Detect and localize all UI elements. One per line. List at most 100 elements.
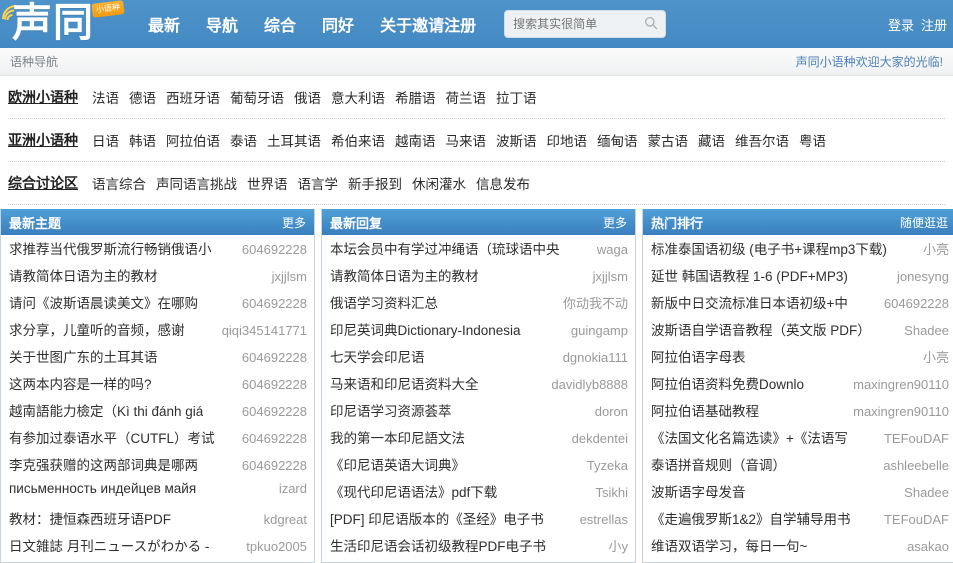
thread-title[interactable]: 《印尼语英语大词典》 (330, 454, 465, 474)
nav-item-guide[interactable]: 导航 (206, 12, 238, 36)
thread-title[interactable]: 有参加过泰语水平（CUTFL）考试 (9, 427, 215, 447)
thread-title[interactable]: 《现代印尼语语法》pdf下载 (330, 481, 497, 501)
thread-author[interactable]: TEFouDAF (878, 431, 949, 446)
thread-author[interactable]: Tsikhi (589, 485, 628, 500)
thread-author[interactable]: jxjjlsm (266, 269, 307, 284)
list-item[interactable]: 有参加过泰语水平（CUTFL）考试 604692228 (1, 427, 314, 454)
thread-title[interactable]: 我的第一本印尼語文法 (330, 427, 465, 447)
category-asian-languages[interactable]: 亚洲小语种 (8, 130, 78, 150)
thread-author[interactable]: 604692228 (878, 296, 949, 311)
list-item[interactable]: 求分享，儿童听的音频，感谢 qiqi345141771 (1, 319, 314, 346)
thread-title[interactable]: 请问《波斯语晨读美文》在哪购 (9, 292, 198, 312)
thread-title[interactable]: 《走遍俄罗斯1&2》自学辅导用书 (651, 508, 851, 528)
thread-author[interactable]: maxingren90110 (847, 404, 949, 419)
lang-link-latin[interactable]: 拉丁语 (496, 87, 537, 107)
thread-author[interactable]: 604692228 (236, 377, 307, 392)
thread-title[interactable]: 《法国文化名篇选读》+《法语写 (651, 427, 848, 447)
thread-author[interactable]: doron (589, 404, 628, 419)
thread-author[interactable]: 604692228 (236, 296, 307, 311)
list-item[interactable]: [PDF] 印尼语版本的《圣经》电子书 estrellas (322, 508, 635, 535)
thread-title[interactable]: 标准泰国语初级 (电子书+课程mp3下载) (651, 238, 887, 258)
board-link-esperanto[interactable]: 世界语 (247, 173, 288, 193)
lang-link-burmese[interactable]: 缅甸语 (597, 130, 638, 150)
list-item[interactable]: 这两本内容是一样的吗? 604692228 (1, 373, 314, 400)
thread-title[interactable]: 维语双语学习，每日一句~ (651, 535, 807, 555)
list-item[interactable]: письменность индейцев майя izard (1, 481, 314, 508)
nav-item-latest[interactable]: 最新 (148, 12, 180, 36)
thread-author[interactable]: 604692228 (236, 458, 307, 473)
list-item[interactable]: 标准泰国语初级 (电子书+课程mp3下载) 小亮 (643, 238, 953, 265)
thread-author[interactable]: ashleebelle (877, 458, 949, 473)
site-logo[interactable]: 声同 小语种 (0, 0, 140, 48)
thread-title[interactable]: 阿拉伯语资料免费Downlo (651, 373, 804, 393)
list-item[interactable]: 请教简体日语为主的教材 jxjjlsm (1, 265, 314, 292)
thread-author[interactable]: 小亮 (917, 347, 949, 366)
thread-author[interactable]: 604692228 (236, 242, 307, 257)
lang-link-arabic[interactable]: 阿拉伯语 (166, 130, 220, 150)
lang-link-portuguese[interactable]: 葡萄牙语 (230, 87, 284, 107)
list-item[interactable]: 阿拉伯语字母表 小亮 (643, 346, 953, 373)
search-input[interactable] (505, 11, 666, 37)
thread-author[interactable]: 小亮 (917, 239, 949, 258)
thread-author[interactable]: guingamp (565, 323, 628, 338)
thread-title[interactable]: 泰语拼音规则（音调） (651, 454, 786, 474)
register-link[interactable]: 注册 (921, 15, 947, 34)
list-item[interactable]: 《走遍俄罗斯1&2》自学辅导用书 TEFouDAF (643, 508, 953, 535)
category-general-discussion[interactable]: 综合讨论区 (8, 173, 78, 193)
lang-link-dutch[interactable]: 荷兰语 (446, 87, 487, 107)
thread-author[interactable]: maxingren90110 (847, 377, 949, 392)
lang-link-hebrew[interactable]: 希伯来语 (331, 130, 385, 150)
panel-more-link[interactable]: 更多 (282, 214, 306, 231)
login-link[interactable]: 登录 (888, 15, 914, 34)
thread-author[interactable]: tpkuo2005 (240, 539, 307, 554)
list-item[interactable]: 波斯语自学语音教程（英文版 PDF） Shadee (643, 319, 953, 346)
thread-author[interactable]: waga (591, 242, 628, 257)
nav-item-about-invite-registration[interactable]: 关于邀请注册 (380, 12, 476, 36)
board-link-language-challenge[interactable]: 声同语言挑战 (156, 173, 237, 193)
thread-title[interactable]: 日文雑誌 月刊ニュースがわかる - (9, 535, 209, 555)
lang-link-italian[interactable]: 意大利语 (331, 87, 385, 107)
lang-link-spanish[interactable]: 西班牙语 (166, 87, 220, 107)
board-link-newcomer[interactable]: 新手报到 (348, 173, 402, 193)
thread-author[interactable]: Shadee (898, 485, 949, 500)
thread-author[interactable]: TEFouDAF (878, 512, 949, 527)
list-item[interactable]: 印尼英词典Dictionary-Indonesia guingamp (322, 319, 635, 346)
nav-item-friends[interactable]: 同好 (322, 12, 354, 36)
thread-author[interactable]: 604692228 (236, 350, 307, 365)
thread-author[interactable]: asakao (901, 539, 949, 554)
thread-title[interactable]: 延世 韩国语教程 1-6 (PDF+MP3) (651, 265, 848, 285)
thread-title[interactable]: 越南語能力檢定（Kì thi đánh giá (9, 400, 203, 420)
lang-link-persian[interactable]: 波斯语 (496, 130, 537, 150)
thread-author[interactable]: dgnokia111 (557, 350, 628, 365)
thread-title[interactable]: 印尼英词典Dictionary-Indonesia (330, 319, 521, 339)
lang-link-japanese[interactable]: 日语 (92, 130, 119, 150)
lang-link-hindi[interactable]: 印地语 (547, 130, 588, 150)
list-item[interactable]: 《现代印尼语语法》pdf下载 Tsikhi (322, 481, 635, 508)
list-item[interactable]: 波斯语字母发音 Shadee (643, 481, 953, 508)
thread-author[interactable]: estrellas (574, 512, 628, 527)
lang-link-tibetan[interactable]: 藏语 (698, 130, 725, 150)
lang-link-turkish[interactable]: 土耳其语 (267, 130, 321, 150)
list-item[interactable]: 关于世图广东的土耳其语 604692228 (1, 346, 314, 373)
board-link-language-general[interactable]: 语言综合 (92, 173, 146, 193)
thread-title[interactable]: 生活印尼语会话初级教程PDF电子书 (330, 535, 546, 555)
thread-author[interactable]: jxjjlsm (587, 269, 628, 284)
lang-link-mongolian[interactable]: 蒙古语 (648, 130, 689, 150)
lang-link-korean[interactable]: 韩语 (129, 130, 156, 150)
thread-title[interactable]: 波斯语自学语音教程（英文版 PDF） (651, 319, 871, 339)
thread-author[interactable]: 你动我不动 (557, 293, 628, 312)
list-item[interactable]: 延世 韩国语教程 1-6 (PDF+MP3) jonesyng (643, 265, 953, 292)
lang-link-french[interactable]: 法语 (92, 87, 119, 107)
thread-author[interactable]: kdgreat (258, 512, 307, 527)
thread-author[interactable]: dekdentei (566, 431, 628, 446)
thread-title[interactable]: 印尼语学习资源荟萃 (330, 400, 452, 420)
list-item[interactable]: 越南語能力檢定（Kì thi đánh giá 604692228 (1, 400, 314, 427)
lang-link-cantonese[interactable]: 粤语 (799, 130, 826, 150)
list-item[interactable]: 教材：捷恒森西班牙语PDF kdgreat (1, 508, 314, 535)
board-link-casual[interactable]: 休闲灌水 (412, 173, 466, 193)
list-item[interactable]: 阿拉伯语基础教程 maxingren90110 (643, 400, 953, 427)
thread-author[interactable]: qiqi345141771 (216, 323, 307, 338)
list-item[interactable]: 马来语和印尼语资料大全 davidlyb8888 (322, 373, 635, 400)
thread-author[interactable]: Tyzeka (581, 458, 628, 473)
thread-title[interactable]: [PDF] 印尼语版本的《圣经》电子书 (330, 508, 544, 528)
